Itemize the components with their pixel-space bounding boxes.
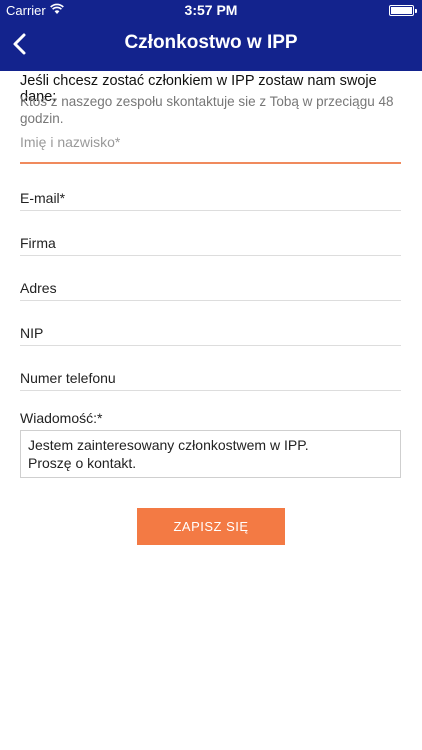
nip-label: NIP bbox=[20, 325, 44, 341]
email-field[interactable]: E-mail* bbox=[20, 190, 401, 211]
battery-icon bbox=[389, 5, 417, 16]
name-placeholder: Imię i nazwisko* bbox=[20, 134, 121, 150]
message-label-wrap: Wiadomość:* bbox=[20, 410, 401, 428]
message-label: Wiadomość:* bbox=[20, 410, 103, 426]
page-title: Członkostwo w IPP bbox=[124, 32, 298, 53]
intro-text: Ktoś z naszego zespołu skontaktuje sie z… bbox=[20, 94, 394, 126]
app-header: Carrier 3:57 PM Członkostwo w IPP bbox=[0, 0, 422, 71]
name-underline bbox=[20, 162, 401, 164]
nip-field[interactable]: NIP bbox=[20, 325, 401, 346]
company-underline bbox=[20, 255, 401, 256]
phone-label: Numer telefonu bbox=[20, 370, 116, 386]
email-underline bbox=[20, 210, 401, 211]
company-label: Firma bbox=[20, 235, 56, 251]
name-field[interactable]: Imię i nazwisko* bbox=[20, 134, 401, 165]
address-field[interactable]: Adres bbox=[20, 280, 401, 301]
status-bar: Carrier 3:57 PM bbox=[0, 0, 422, 22]
message-textarea[interactable]: Jestem zainteresowany członkostwem w IPP… bbox=[20, 430, 401, 478]
status-time: 3:57 PM bbox=[184, 2, 238, 18]
company-field[interactable]: Firma bbox=[20, 235, 401, 256]
submit-button[interactable]: ZAPISZ SIĘ bbox=[137, 508, 285, 545]
address-underline bbox=[20, 300, 401, 301]
email-label: E-mail* bbox=[20, 190, 66, 206]
phone-underline bbox=[20, 390, 401, 391]
nip-underline bbox=[20, 345, 401, 346]
address-label: Adres bbox=[20, 280, 57, 296]
phone-field[interactable]: Numer telefonu bbox=[20, 370, 401, 391]
